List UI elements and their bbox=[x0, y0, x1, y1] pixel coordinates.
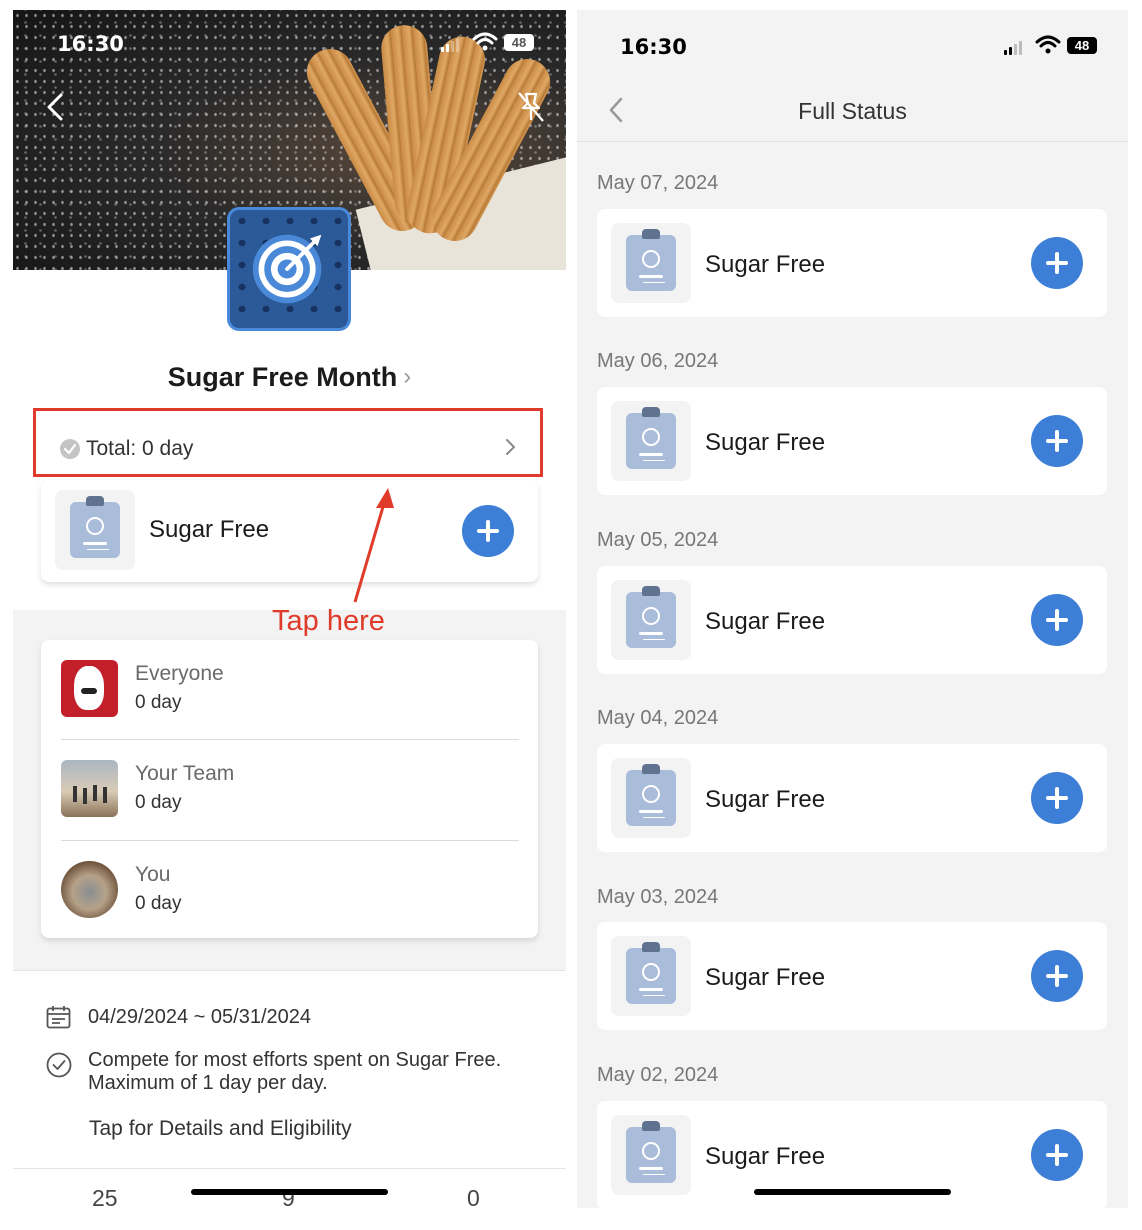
home-indicator[interactable] bbox=[754, 1189, 951, 1195]
check-circle-icon bbox=[60, 439, 80, 459]
clipboard-icon bbox=[611, 580, 691, 660]
ranking-name: Everyone bbox=[135, 662, 224, 685]
activity-label: Sugar Free bbox=[705, 608, 826, 635]
ranking-row-team[interactable]: Your Team 0 day bbox=[41, 740, 538, 840]
add-effort-button[interactable] bbox=[1031, 950, 1083, 1002]
stat-value: 25 bbox=[92, 1185, 118, 1208]
avatar bbox=[61, 660, 118, 717]
ranking-row-everyone[interactable]: Everyone 0 day bbox=[41, 640, 538, 740]
challenge-description: Compete for most efforts spent on Sugar … bbox=[88, 1049, 502, 1094]
add-effort-button[interactable] bbox=[1031, 1129, 1083, 1181]
page-title: Full Status bbox=[798, 98, 907, 124]
day-activity-card[interactable]: Sugar Free bbox=[597, 209, 1107, 317]
ranking-value: 0 day bbox=[135, 692, 182, 713]
wifi-icon bbox=[472, 32, 498, 51]
stat-value: 0 bbox=[467, 1185, 480, 1208]
add-effort-button[interactable] bbox=[1031, 772, 1083, 824]
cellular-signal-icon bbox=[441, 36, 463, 52]
cellular-signal-icon bbox=[1004, 39, 1026, 55]
chevron-right-icon bbox=[506, 439, 515, 455]
check-circle-outline-icon bbox=[46, 1052, 72, 1078]
clipboard-icon bbox=[611, 1115, 691, 1195]
status-time: 16:30 bbox=[57, 32, 124, 56]
day-header: May 02, 2024 bbox=[597, 1064, 719, 1086]
annotation-arrow bbox=[353, 488, 394, 603]
day-header: May 05, 2024 bbox=[597, 529, 719, 551]
day-activity-card[interactable]: Sugar Free bbox=[597, 744, 1107, 852]
avatar bbox=[61, 861, 118, 918]
ranking-row-you[interactable]: You 0 day bbox=[41, 841, 538, 941]
pin-icon[interactable] bbox=[516, 90, 546, 124]
challenge-screen: 16:30 48 Sugar Free Month › Total: 0 day… bbox=[13, 10, 566, 1208]
calendar-icon bbox=[46, 1006, 71, 1029]
add-effort-button[interactable] bbox=[462, 505, 514, 557]
day-header: May 04, 2024 bbox=[597, 707, 719, 729]
divider bbox=[13, 970, 566, 971]
back-arrow-icon[interactable] bbox=[41, 92, 71, 122]
total-label: Total: 0 day bbox=[86, 437, 194, 460]
full-status-screen: 16:30 48 Full Status May 07, 2024 Sugar … bbox=[577, 10, 1128, 1208]
activity-label: Sugar Free bbox=[705, 786, 826, 813]
clipboard-icon bbox=[55, 490, 135, 570]
rankings-card: Everyone 0 day Your Team 0 day You 0 day bbox=[41, 640, 538, 938]
ranking-name: You bbox=[135, 863, 171, 886]
status-time: 16:30 bbox=[620, 35, 687, 59]
challenge-title: Sugar Free Month bbox=[167, 362, 398, 392]
day-header: May 03, 2024 bbox=[597, 886, 719, 908]
clipboard-icon bbox=[611, 401, 691, 481]
battery-icon: 48 bbox=[1067, 37, 1097, 54]
clipboard-icon bbox=[611, 936, 691, 1016]
add-effort-button[interactable] bbox=[1031, 237, 1083, 289]
avatar bbox=[61, 760, 118, 817]
clipboard-icon bbox=[611, 758, 691, 838]
activity-label: Sugar Free bbox=[149, 516, 270, 543]
status-bar: 16:30 48 bbox=[577, 35, 1128, 61]
day-header: May 07, 2024 bbox=[597, 172, 719, 194]
day-activity-card[interactable]: Sugar Free bbox=[597, 566, 1107, 674]
home-indicator[interactable] bbox=[191, 1189, 388, 1195]
status-bar: 16:30 48 bbox=[13, 32, 566, 58]
details-eligibility-link[interactable]: Tap for Details and Eligibility bbox=[89, 1117, 352, 1141]
ranking-value: 0 day bbox=[135, 792, 182, 813]
wifi-icon bbox=[1035, 35, 1061, 54]
activity-label: Sugar Free bbox=[705, 1143, 826, 1170]
add-effort-button[interactable] bbox=[1031, 415, 1083, 467]
activity-label: Sugar Free bbox=[705, 429, 826, 456]
battery-icon: 48 bbox=[504, 34, 534, 51]
total-status-row[interactable]: Total: 0 day bbox=[33, 408, 543, 477]
activity-card[interactable]: Sugar Free bbox=[41, 480, 538, 582]
ranking-value: 0 day bbox=[135, 893, 182, 914]
divider bbox=[13, 1168, 566, 1169]
activity-label: Sugar Free bbox=[705, 251, 826, 278]
day-activity-card[interactable]: Sugar Free bbox=[597, 922, 1107, 1030]
clipboard-icon bbox=[611, 223, 691, 303]
date-range: 04/29/2024 ~ 05/31/2024 bbox=[88, 1006, 311, 1028]
annotation-text: Tap here bbox=[272, 605, 385, 637]
ranking-name: Your Team bbox=[135, 762, 235, 785]
challenge-logo bbox=[227, 207, 351, 331]
challenge-title-link[interactable]: Sugar Free Month › bbox=[13, 362, 566, 393]
target-icon bbox=[252, 234, 322, 304]
add-effort-button[interactable] bbox=[1031, 594, 1083, 646]
chevron-right-icon: › bbox=[403, 363, 412, 390]
navigation-bar: Full Status bbox=[577, 70, 1128, 142]
activity-label: Sugar Free bbox=[705, 964, 826, 991]
day-header: May 06, 2024 bbox=[597, 350, 719, 372]
day-activity-card[interactable]: Sugar Free bbox=[597, 387, 1107, 495]
